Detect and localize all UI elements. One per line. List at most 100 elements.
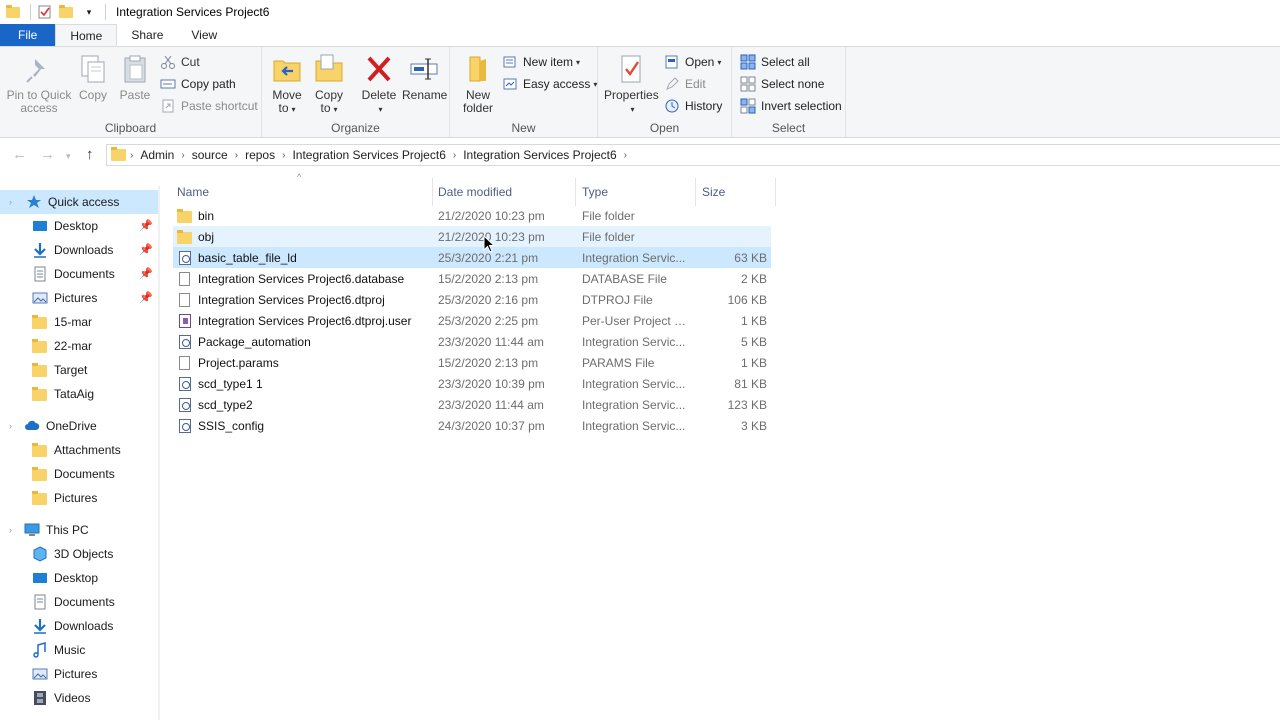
move-to-button[interactable]: Move to ▾ [270, 53, 304, 116]
new-item-button[interactable]: New item ▾ [502, 52, 580, 72]
column-header-name[interactable]: Name [171, 178, 433, 206]
nav-onedrive-pictures[interactable]: Pictures [0, 486, 158, 510]
nav-folder-target[interactable]: Target [0, 358, 158, 382]
breadcrumb-chevron-icon[interactable]: › [232, 150, 241, 161]
delete-button[interactable]: Delete ▾ [360, 53, 398, 116]
user-file-icon [177, 313, 193, 329]
pin-icon[interactable]: 📌 [139, 243, 153, 256]
rename-button[interactable]: Rename [402, 53, 447, 102]
back-arrow-icon[interactable]: ← [12, 146, 27, 163]
file-row[interactable]: bin 21/2/2020 10:23 pm File folder [173, 205, 771, 226]
properties-button[interactable]: Properties ▾ [604, 53, 659, 116]
file-row[interactable]: basic_table_file_ld 25/3/2020 2:21 pm In… [173, 247, 771, 268]
nav-pc-pictures[interactable]: Pictures [0, 662, 158, 686]
copy-to-button[interactable]: Copy to ▾ [312, 53, 346, 116]
history-button[interactable]: History [664, 96, 722, 116]
open-button[interactable]: Open ▾ [664, 52, 721, 72]
new-item-icon [502, 54, 518, 70]
nav-label: Documents [54, 595, 115, 609]
nav-videos[interactable]: Videos [0, 686, 158, 710]
expand-chevron-icon[interactable]: › [9, 197, 12, 207]
nav-this-pc[interactable]: › This PC [0, 518, 158, 542]
pin-icon[interactable]: 📌 [139, 291, 153, 304]
expand-chevron-icon[interactable]: › [9, 525, 12, 535]
breadcrumb-admin[interactable]: Admin [136, 148, 178, 162]
nav-music[interactable]: Music [0, 638, 158, 662]
file-row[interactable]: Project.params 15/2/2020 2:13 pm PARAMS … [173, 352, 771, 373]
paste-shortcut-button[interactable]: Paste shortcut [160, 96, 258, 116]
nav-onedrive[interactable]: › OneDrive [0, 414, 158, 438]
tab-home[interactable]: Home [55, 24, 118, 46]
file-row[interactable]: scd_type2 23/3/2020 11:44 am Integration… [173, 394, 771, 415]
easy-access-button[interactable]: Easy access ▾ [502, 74, 597, 94]
nav-desktop[interactable]: Desktop 📌 [0, 214, 158, 238]
paste-button[interactable]: Paste [118, 53, 152, 102]
customize-quick-access-icon[interactable]: ▾ [81, 4, 97, 20]
expand-chevron-icon[interactable]: › [9, 421, 12, 431]
new-folder-button[interactable]: New folder [460, 53, 496, 115]
nav-onedrive-documents[interactable]: Documents [0, 462, 158, 486]
tab-share[interactable]: Share [117, 24, 177, 46]
nav-pictures[interactable]: Pictures 📌 [0, 286, 158, 310]
breadcrumb-current-folder[interactable]: Integration Services Project6 [459, 148, 620, 162]
nav-label: TataAig [54, 387, 95, 401]
nav-folder-tataaig[interactable]: TataAig [0, 382, 158, 406]
breadcrumb-chevron-icon: › [130, 149, 134, 161]
folder-icon [177, 208, 193, 224]
pin-to-quick-access-button[interactable]: Pin to Quick access [6, 53, 72, 115]
nav-quick-access[interactable]: › Quick access [0, 190, 158, 214]
nav-downloads[interactable]: Downloads 📌 [0, 238, 158, 262]
copy-path-button[interactable]: Copy path [160, 74, 236, 94]
package-icon [177, 250, 193, 266]
breadcrumb-chevron-icon[interactable]: › [178, 150, 187, 161]
package-icon [177, 376, 193, 392]
column-header-date[interactable]: Date modified [432, 178, 576, 206]
file-row[interactable]: obj 21/2/2020 10:23 pm File folder [173, 226, 771, 247]
nav-3d-objects[interactable]: 3D Objects [0, 542, 158, 566]
file-row[interactable]: Integration Services Project6.database 1… [173, 268, 771, 289]
mouse-cursor-icon [483, 234, 496, 253]
select-none-label: Select none [761, 77, 825, 91]
invert-selection-button[interactable]: Invert selection [740, 96, 842, 116]
file-name: bin [198, 208, 215, 223]
breadcrumb-source[interactable]: source [188, 148, 232, 162]
nav-pc-downloads[interactable]: Downloads [0, 614, 158, 638]
file-row[interactable]: SSIS_config 24/3/2020 10:37 pm Integrati… [173, 415, 771, 436]
copy-path-icon [160, 76, 176, 92]
column-header-size[interactable]: Size [696, 178, 776, 206]
breadcrumb-chevron-icon[interactable]: › [279, 150, 288, 161]
properties-quick-icon[interactable] [37, 4, 53, 20]
nav-onedrive-attachments[interactable]: Attachments [0, 438, 158, 462]
breadcrumb-project-folder[interactable]: Integration Services Project6 [288, 148, 449, 162]
nav-pc-documents[interactable]: Documents [0, 590, 158, 614]
forward-arrow-icon[interactable]: → [40, 146, 55, 163]
ribbon-tabs: File Home Share View [0, 24, 1280, 46]
select-none-button[interactable]: Select none [740, 74, 824, 94]
file-row[interactable]: scd_type1 1 23/3/2020 10:39 pm Integrati… [173, 373, 771, 394]
cut-button[interactable]: Cut [160, 52, 200, 72]
tab-view[interactable]: View [177, 24, 231, 46]
select-all-button[interactable]: Select all [740, 52, 810, 72]
breadcrumb-repos[interactable]: repos [241, 148, 279, 162]
pin-icon[interactable]: 📌 [139, 219, 153, 232]
nav-label: Desktop [54, 219, 99, 233]
copy-button[interactable]: Copy [76, 53, 110, 102]
recent-locations-chevron-icon[interactable]: ▾ [66, 151, 71, 162]
breadcrumb-chevron-icon[interactable]: › [450, 150, 459, 161]
nav-documents[interactable]: Documents 📌 [0, 262, 158, 286]
nav-folder-15-mar[interactable]: 15-mar [0, 310, 158, 334]
file-row[interactable]: Integration Services Project6.dtproj 25/… [173, 289, 771, 310]
file-row[interactable]: Package_automation 23/3/2020 11:44 am In… [173, 331, 771, 352]
breadcrumb-chevron-icon[interactable]: › [621, 150, 630, 161]
new-folder-quick-icon[interactable] [59, 4, 75, 20]
file-list: ^ Name Date modified Type Size bin 21/2/… [160, 172, 1280, 720]
address-bar[interactable]: › Admin › source › repos › Integration S… [106, 144, 1280, 166]
column-header-type[interactable]: Type [576, 178, 696, 206]
file-row[interactable]: Integration Services Project6.dtproj.use… [173, 310, 771, 331]
edit-button[interactable]: Edit [664, 74, 706, 94]
pin-icon[interactable]: 📌 [139, 267, 153, 280]
nav-folder-22-mar[interactable]: 22-mar [0, 334, 158, 358]
nav-pc-desktop[interactable]: Desktop [0, 566, 158, 590]
up-arrow-icon[interactable]: ↑ [86, 146, 94, 163]
tab-file[interactable]: File [0, 24, 56, 46]
